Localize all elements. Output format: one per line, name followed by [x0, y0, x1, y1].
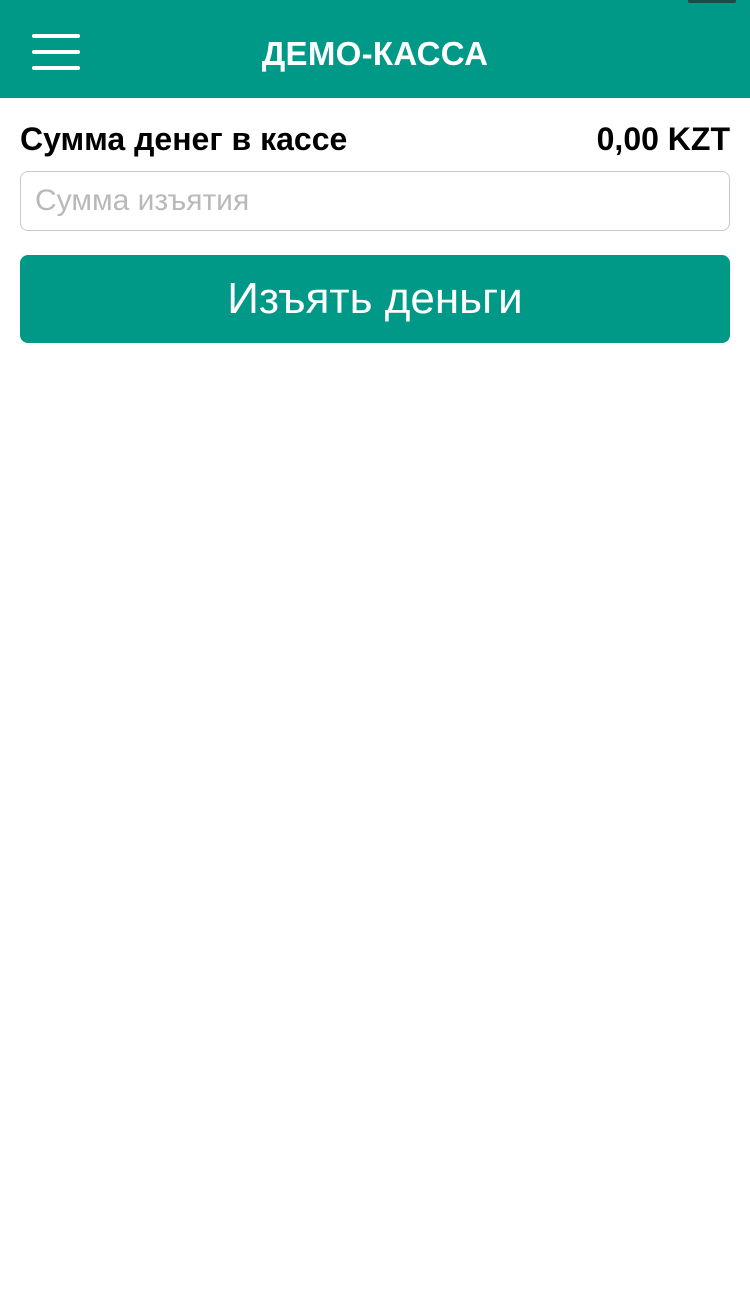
- cash-withdrawal-screen: ДЕМО-КАССА Сумма денег в кассе 0,00 KZT …: [0, 0, 750, 1298]
- cash-balance-row: Сумма денег в кассе 0,00 KZT: [20, 114, 730, 164]
- top-app-bar: ДЕМО-КАССА: [0, 0, 750, 98]
- cash-balance-value: 0,00 KZT: [596, 121, 730, 157]
- withdrawal-amount-input[interactable]: [20, 171, 730, 231]
- status-bar-fragment: [688, 0, 736, 3]
- page-title: ДЕМО-КАССА: [261, 35, 489, 72]
- withdraw-money-button[interactable]: Изъять деньги: [20, 255, 730, 343]
- cash-balance-label: Сумма денег в кассе: [20, 121, 348, 157]
